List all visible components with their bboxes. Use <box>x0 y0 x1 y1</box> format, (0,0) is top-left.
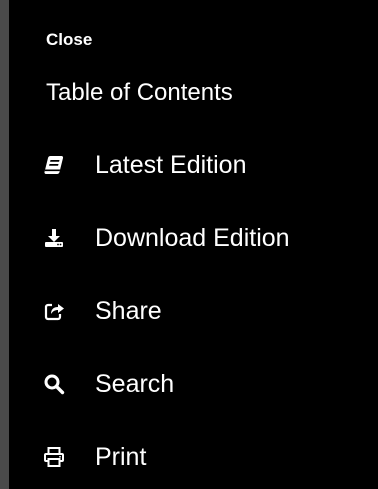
menu-item-label: Print <box>95 443 147 471</box>
menu-item-download-edition[interactable]: Download Edition <box>43 218 378 258</box>
menu-item-share[interactable]: Share <box>43 291 378 331</box>
side-menu: Close Table of Contents Latest Edition D… <box>9 0 378 489</box>
menu-item-label: Download Edition <box>95 224 290 252</box>
menu-item-latest-edition[interactable]: Latest Edition <box>43 145 378 185</box>
share-icon <box>43 300 65 322</box>
close-button[interactable]: Close <box>46 29 92 51</box>
table-of-contents-link[interactable]: Table of Contents <box>46 78 233 108</box>
book-icon <box>43 154 65 176</box>
page-edge-strip <box>0 0 9 489</box>
menu-item-label: Latest Edition <box>95 151 247 179</box>
download-icon <box>43 227 65 249</box>
print-icon <box>43 446 65 468</box>
menu-item-print[interactable]: Print <box>43 437 378 477</box>
menu-item-search[interactable]: Search <box>43 364 378 404</box>
search-icon <box>43 373 65 395</box>
menu-item-label: Search <box>95 370 175 398</box>
menu-item-label: Share <box>95 297 162 325</box>
